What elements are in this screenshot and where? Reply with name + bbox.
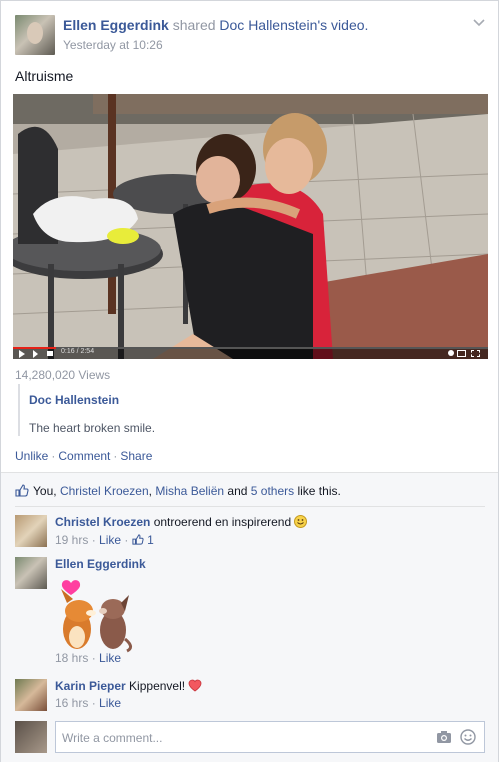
comment-input[interactable]: Write a comment... — [55, 721, 485, 753]
post-timestamp[interactable]: Yesterday at 10:26 — [63, 38, 163, 52]
settings-icon[interactable] — [448, 350, 454, 356]
fullscreen-icon[interactable] — [471, 350, 480, 357]
post-actions: Unlike · Comment · Share — [15, 449, 153, 463]
comment-like-count[interactable]: 1 — [147, 533, 154, 547]
play-icon[interactable] — [19, 350, 25, 358]
comment-composer: Write a comment... — [15, 721, 485, 753]
emoji-picker-icon[interactable] — [460, 729, 476, 745]
comment-meta: 16 hrs · Like — [55, 696, 122, 710]
shared-from-link[interactable]: Doc Hallenstein's — [219, 17, 327, 33]
video-thumbnail — [13, 94, 488, 359]
viewer-avatar — [15, 721, 47, 753]
comment-meta: 18 hrs · Like — [55, 651, 122, 665]
commenter-avatar[interactable] — [15, 557, 47, 589]
video-link[interactable]: video. — [331, 17, 368, 33]
liker-link-1[interactable]: Christel Kroezen — [60, 484, 149, 498]
dog-sticker — [55, 575, 135, 653]
divider — [15, 506, 485, 507]
feedback-section: You, Christel Kroezen, Misha Beliën and … — [1, 472, 498, 762]
thumbs-up-icon — [132, 534, 144, 545]
comment-time[interactable]: 16 hrs — [55, 696, 88, 710]
video-views: 14,280,020 Views — [15, 368, 111, 382]
camera-icon[interactable] — [436, 730, 452, 744]
heart-emoji-icon — [189, 679, 202, 692]
volume-icon[interactable] — [47, 351, 53, 356]
smiley-emoji-icon — [294, 515, 308, 528]
commenter-name-link[interactable]: Christel Kroezen — [55, 515, 150, 529]
comment-like-button[interactable]: Like — [99, 533, 121, 547]
share-button[interactable]: Share — [120, 449, 152, 463]
unlike-button[interactable]: Unlike — [15, 449, 48, 463]
post-header-text: Ellen Eggerdink shared Doc Hallenstein's… — [63, 17, 463, 33]
commenter-name-link[interactable]: Karin Pieper — [55, 679, 126, 693]
author-avatar[interactable] — [15, 15, 55, 55]
comment-like-button[interactable]: Like — [99, 651, 121, 665]
post-card: Ellen Eggerdink shared Doc Hallenstein's… — [0, 0, 499, 762]
author-name-link[interactable]: Ellen Eggerdink — [63, 17, 169, 33]
post-text: Altruisme — [15, 68, 74, 84]
comment-like-button[interactable]: Like — [99, 696, 121, 710]
commenter-avatar[interactable] — [15, 679, 47, 711]
next-icon[interactable] — [33, 350, 38, 358]
comment-text: ontroerend en inspirerend — [153, 515, 292, 529]
comment-text: Kippenvel! — [129, 679, 186, 693]
captions-icon[interactable] — [457, 350, 466, 357]
video-time: 0:16 / 2:54 — [61, 348, 95, 355]
liker-link-2[interactable]: Misha Beliën — [155, 484, 224, 498]
comment-time[interactable]: 19 hrs — [55, 533, 88, 547]
comment-meta: 19 hrs · Like · 1 — [55, 533, 154, 547]
comment-placeholder: Write a comment... — [62, 731, 163, 745]
chevron-down-icon[interactable] — [472, 15, 486, 29]
action-text: shared — [172, 17, 216, 33]
comment-button[interactable]: Comment — [58, 449, 110, 463]
comment-time[interactable]: 18 hrs — [55, 651, 88, 665]
video-controls[interactable]: 0:16 / 2:54 — [13, 347, 488, 359]
video-player[interactable]: 0:16 / 2:54 — [13, 94, 488, 359]
others-link[interactable]: 5 others — [251, 484, 294, 498]
commenter-name-link[interactable]: Ellen Eggerdink — [55, 557, 146, 571]
like-sentence: You, Christel Kroezen, Misha Beliën and … — [15, 484, 341, 498]
shared-quote: Doc Hallenstein The heart broken smile. — [18, 384, 480, 436]
commenter-avatar[interactable] — [15, 515, 47, 547]
quote-text: The heart broken smile. — [29, 421, 156, 435]
quote-author-link[interactable]: Doc Hallenstein — [29, 393, 119, 407]
thumbs-up-icon — [15, 484, 29, 497]
